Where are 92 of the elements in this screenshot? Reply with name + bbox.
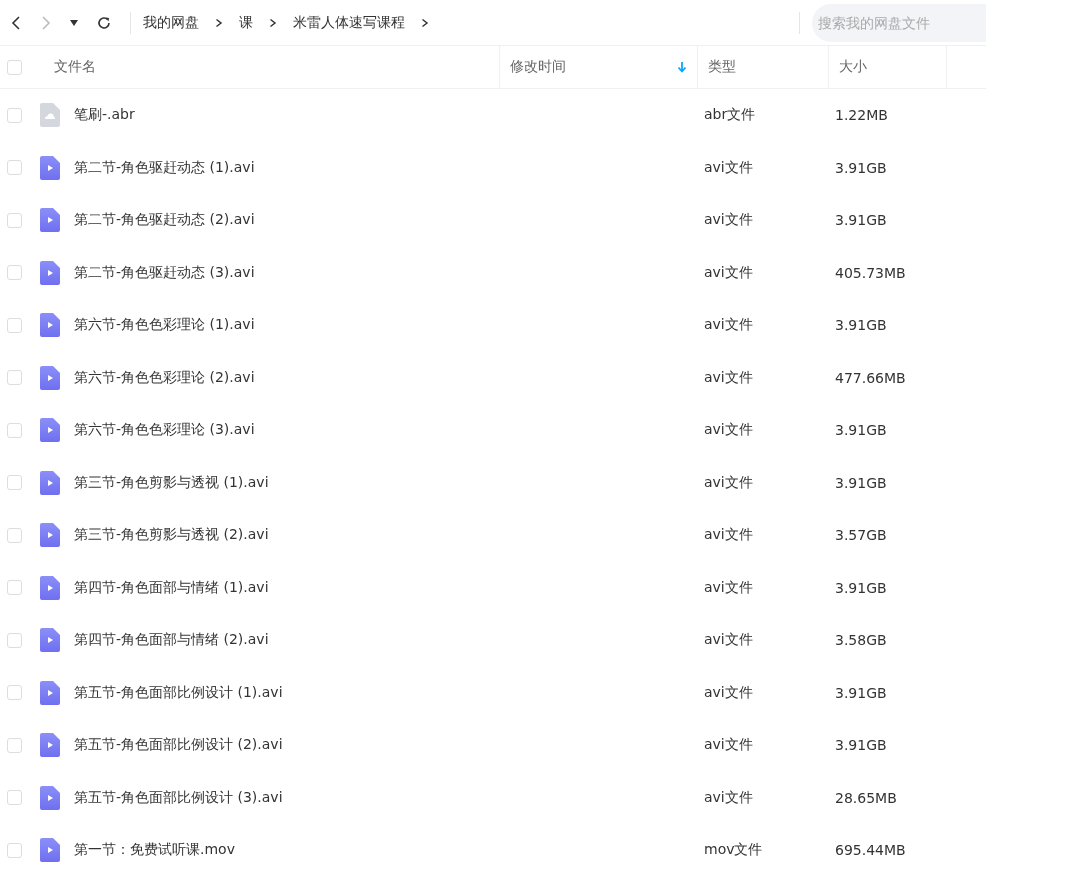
file-name[interactable]: 第六节-角色色彩理论 (3).avi (74, 421, 255, 440)
dropdown-caret-icon[interactable] (70, 19, 78, 26)
file-type: abr文件 (704, 106, 756, 123)
file-size: 3.58GB (835, 632, 887, 649)
file-type: mov文件 (704, 841, 763, 858)
file-size: 3.91GB (835, 159, 887, 176)
search-field[interactable]: 搜索我的网盘文件 (812, 3, 986, 42)
video-file-icon (40, 313, 60, 338)
cloud-file-icon (40, 103, 60, 128)
file-name[interactable]: 第二节-角色驱赶动态 (1).avi (74, 158, 255, 177)
file-size: 3.91GB (835, 474, 887, 491)
file-name[interactable]: 第三节-角色剪影与透视 (2).avi (74, 526, 269, 545)
sort-arrow-icon (677, 61, 687, 73)
refresh-icon[interactable] (96, 14, 112, 31)
breadcrumb-link[interactable]: 我的网盘 (143, 13, 199, 32)
breadcrumb-link[interactable]: 米雷人体速写课程 (293, 13, 405, 32)
file-name[interactable]: 第二节-角色驱赶动态 (3).avi (74, 263, 255, 282)
row-checkbox[interactable] (7, 265, 22, 281)
file-size: 3.91GB (835, 317, 887, 334)
file-type: avi文件 (704, 158, 753, 175)
video-file-icon (40, 785, 60, 810)
file-name[interactable]: 第六节-角色色彩理论 (1).avi (74, 316, 255, 335)
row-checkbox[interactable] (7, 527, 22, 543)
row-checkbox[interactable] (7, 317, 22, 333)
row-checkbox[interactable] (7, 212, 22, 228)
file-size: 695.44MB (835, 842, 906, 859)
file-size: 3.57GB (835, 527, 887, 544)
file-type: avi文件 (704, 473, 753, 490)
forward-icon[interactable] (40, 14, 52, 31)
file-type: avi文件 (704, 683, 753, 700)
file-type: avi文件 (704, 421, 753, 438)
video-file-icon (40, 208, 60, 233)
video-file-icon (40, 733, 60, 758)
file-size: 3.91GB (835, 579, 887, 596)
file-type: avi文件 (704, 788, 753, 805)
chevron-icon (215, 17, 223, 28)
file-name[interactable]: 第五节-角色面部比例设计 (3).avi (74, 788, 283, 807)
row-checkbox[interactable] (7, 580, 22, 596)
video-file-icon (40, 470, 60, 495)
file-type: avi文件 (704, 368, 753, 385)
file-size: 3.91GB (835, 422, 887, 439)
file-name[interactable]: 第五节-角色面部比例设计 (2).avi (74, 736, 283, 755)
row-checkbox[interactable] (7, 422, 22, 438)
file-size: 477.66MB (835, 369, 906, 386)
video-file-icon (40, 365, 60, 390)
file-name[interactable]: 第五节-角色面部比例设计 (1).avi (74, 683, 283, 702)
video-file-icon (40, 418, 60, 443)
file-type: avi文件 (704, 578, 753, 595)
column-header[interactable]: 文件名 (54, 58, 96, 76)
file-type: avi文件 (704, 631, 753, 648)
row-checkbox[interactable] (7, 632, 22, 648)
row-checkbox[interactable] (7, 685, 22, 701)
file-type: avi文件 (704, 211, 753, 228)
video-file-icon (40, 838, 60, 863)
row-checkbox[interactable] (7, 790, 22, 806)
file-name[interactable]: 第四节-角色面部与情绪 (1).avi (74, 578, 269, 597)
file-size: 28.65MB (835, 789, 897, 806)
row-checkbox[interactable] (7, 842, 22, 858)
file-type: avi文件 (704, 736, 753, 753)
file-type: avi文件 (704, 316, 753, 333)
column-header[interactable]: 类型 (708, 58, 736, 76)
file-name[interactable]: 第四节-角色面部与情绪 (2).avi (74, 631, 269, 650)
chevron-icon (421, 17, 429, 28)
file-size: 405.73MB (835, 264, 906, 281)
file-name[interactable]: 第六节-角色色彩理论 (2).avi (74, 368, 255, 387)
column-header[interactable]: 大小 (839, 58, 867, 76)
row-checkbox[interactable] (7, 475, 22, 491)
video-file-icon (40, 575, 60, 600)
file-name[interactable]: 第一节：免费试听课.mov (74, 841, 235, 860)
file-size: 1.22MB (835, 107, 888, 124)
file-size: 3.91GB (835, 684, 887, 701)
file-name[interactable]: 第三节-角色剪影与透视 (1).avi (74, 473, 269, 492)
column-header[interactable]: 修改时间 (510, 58, 566, 76)
video-file-icon (40, 680, 60, 705)
video-file-icon (40, 260, 60, 285)
file-type: avi文件 (704, 526, 753, 543)
back-icon[interactable] (10, 14, 22, 31)
chevron-icon (269, 17, 277, 28)
video-file-icon (40, 523, 60, 548)
row-checkbox[interactable] (7, 160, 22, 176)
row-checkbox[interactable] (7, 737, 22, 753)
video-file-icon (40, 628, 60, 653)
file-name[interactable]: 笔刷-.abr (74, 106, 135, 125)
row-checkbox[interactable] (7, 107, 22, 123)
file-type: avi文件 (704, 263, 753, 280)
file-size: 3.91GB (835, 212, 887, 229)
video-file-icon (40, 155, 60, 180)
select-all-checkbox[interactable] (7, 59, 22, 75)
file-size: 3.91GB (835, 737, 887, 754)
row-checkbox[interactable] (7, 370, 22, 386)
breadcrumb-link[interactable]: 课 (239, 13, 253, 32)
file-name[interactable]: 第二节-角色驱赶动态 (2).avi (74, 211, 255, 230)
